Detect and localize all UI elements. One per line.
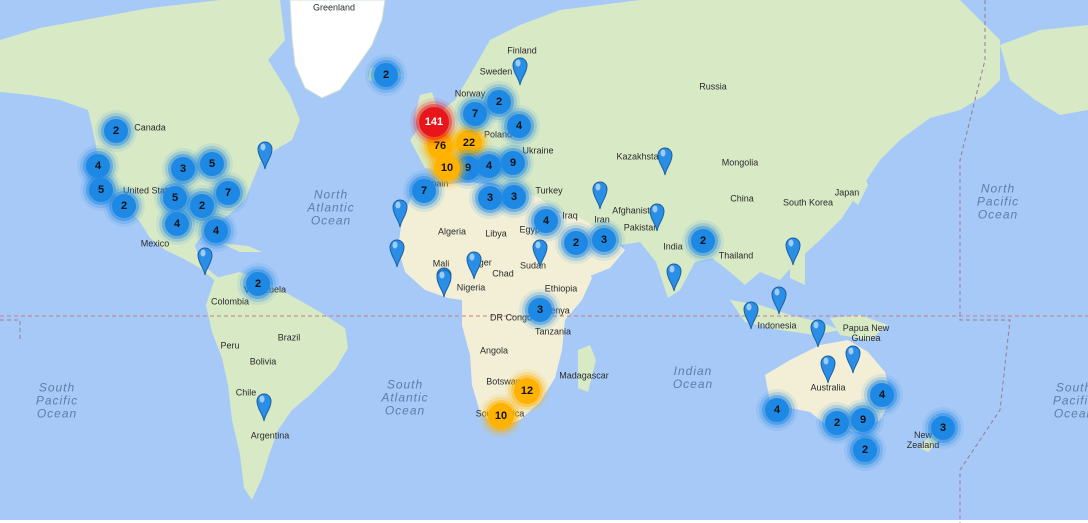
cluster-marker-france-spain[interactable]: 10	[434, 155, 460, 181]
cluster-marker-south-africa[interactable]: 10	[488, 403, 514, 429]
pin-marker-indonesia-west[interactable]	[743, 300, 759, 330]
cluster-marker-uk-ireland[interactable]: 141	[419, 107, 449, 137]
cluster-marker-venezuela[interactable]: 2	[246, 272, 270, 296]
cluster-marker-us-east[interactable]: 7	[216, 181, 240, 205]
cluster-marker-belarus[interactable]: 4	[507, 114, 531, 138]
cluster-marker-norway[interactable]: 7	[463, 102, 487, 126]
cluster-marker-tasmania[interactable]: 2	[853, 438, 877, 462]
cluster-marker-gulf[interactable]: 3	[592, 228, 616, 252]
pin-marker-kazakhstan[interactable]	[657, 146, 673, 176]
world-map[interactable]: North Atlantic Ocean South Atlantic Ocean No…	[0, 0, 1088, 523]
pin-marker-chile-argentina[interactable]	[256, 392, 272, 422]
pin-marker-finland[interactable]	[512, 56, 528, 86]
cluster-marker-canada-west[interactable]: 2	[104, 119, 128, 143]
cluster-marker-australia-southeast[interactable]: 9	[851, 408, 875, 432]
cluster-marker-us-central[interactable]: 5	[163, 186, 187, 210]
cluster-marker-egypt[interactable]: 4	[534, 209, 558, 233]
pin-marker-new-guinea[interactable]	[810, 318, 826, 348]
pin-marker-indonesia-east[interactable]	[771, 285, 787, 315]
cluster-marker-us-northwest[interactable]: 4	[86, 154, 110, 178]
pin-marker-iran[interactable]	[592, 180, 608, 210]
pin-marker-philippines[interactable]	[785, 236, 801, 266]
pin-marker-sudan[interactable]	[532, 238, 548, 268]
cluster-marker-us-midwest[interactable]: 5	[200, 152, 224, 176]
pin-marker-australia-north[interactable]	[820, 354, 836, 384]
pin-marker-nigeria[interactable]	[466, 250, 482, 280]
pin-marker-niger[interactable]	[436, 268, 452, 298]
cluster-marker-australia-west[interactable]: 4	[765, 398, 789, 422]
cluster-marker-australia-east[interactable]: 4	[870, 383, 894, 407]
cluster-marker-us-southwest[interactable]: 2	[112, 194, 136, 218]
cluster-marker-us-south-central[interactable]: 2	[190, 194, 214, 218]
cluster-marker-us-west[interactable]: 5	[89, 178, 113, 202]
cluster-marker-greece[interactable]: 3	[478, 186, 502, 210]
cluster-marker-us-southeast[interactable]: 4	[204, 219, 228, 243]
pin-marker-india-south[interactable]	[666, 262, 682, 292]
cluster-marker-saudi[interactable]: 2	[564, 231, 588, 255]
pin-marker-australia-northeast[interactable]	[845, 344, 861, 374]
cluster-marker-sweden-baltic[interactable]: 2	[487, 90, 511, 114]
pin-marker-west-africa-coast[interactable]	[389, 238, 405, 268]
cluster-marker-ukraine[interactable]: 9	[501, 151, 525, 175]
cluster-marker-turkey[interactable]: 3	[502, 185, 526, 209]
cluster-marker-us-texas[interactable]: 4	[165, 212, 189, 236]
pin-marker-pakistan[interactable]	[649, 202, 665, 232]
cluster-marker-east-africa[interactable]: 3	[528, 298, 552, 322]
cluster-marker-iceland[interactable]: 2	[374, 63, 398, 87]
pin-marker-canary-islands[interactable]	[392, 198, 408, 228]
cluster-marker-balkans[interactable]: 4	[477, 154, 501, 178]
pin-marker-us-northeast[interactable]	[257, 140, 273, 170]
cluster-marker-bangladesh[interactable]: 2	[691, 229, 715, 253]
pin-marker-mexico-south[interactable]	[197, 246, 213, 276]
cluster-marker-us-central-north[interactable]: 3	[171, 157, 195, 181]
cluster-marker-portugal[interactable]: 7	[412, 179, 436, 203]
cluster-marker-australia-south[interactable]: 2	[825, 411, 849, 435]
cluster-marker-south-africa-north[interactable]: 12	[514, 378, 540, 404]
cluster-marker-new-zealand[interactable]: 3	[931, 416, 955, 440]
cluster-marker-central-europe[interactable]: 22	[456, 130, 482, 156]
